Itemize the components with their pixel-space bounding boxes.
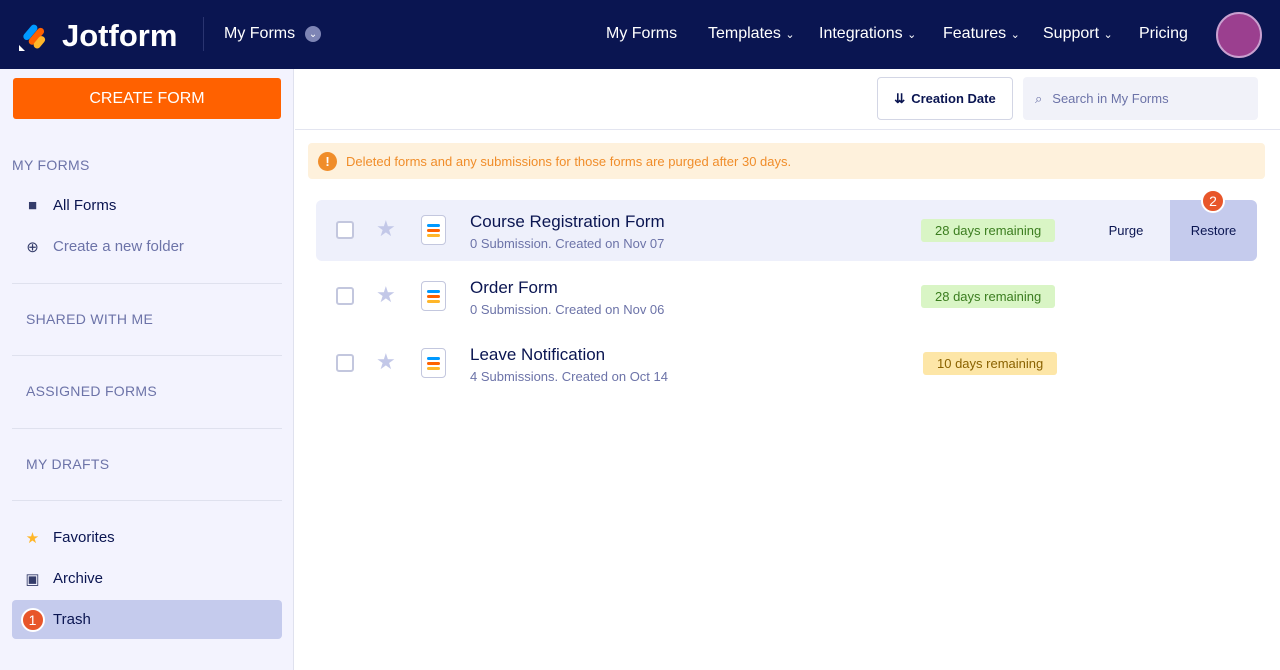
divider bbox=[12, 500, 282, 501]
divider bbox=[12, 355, 282, 356]
toolbar: ⇊ Creation Date ⌕ Search in My Forms bbox=[295, 69, 1280, 130]
nav-templates[interactable]: Templates ⌄ bbox=[708, 25, 795, 43]
form-row[interactable]: ★ Order Form 0 Submission. Created on No… bbox=[316, 266, 1257, 327]
nav-integrations[interactable]: Integrations ⌄ bbox=[819, 25, 916, 43]
nav-features[interactable]: Features ⌄ bbox=[943, 25, 1020, 43]
archive-icon: ▣ bbox=[25, 570, 40, 588]
sort-label: Creation Date bbox=[911, 91, 996, 106]
form-row[interactable]: ★ Leave Notification 4 Submissions. Crea… bbox=[316, 333, 1257, 394]
form-meta: 4 Submissions. Created on Oct 14 bbox=[470, 369, 668, 384]
sidebar-item-trash[interactable]: 1 Trash bbox=[12, 600, 282, 639]
form-icon bbox=[421, 281, 446, 311]
nav-my-forms[interactable]: My Forms bbox=[606, 25, 677, 43]
checkbox[interactable] bbox=[336, 221, 354, 239]
checkbox[interactable] bbox=[336, 354, 354, 372]
top-nav: Jotform My Forms ⌄ My Forms Templates ⌄ I… bbox=[0, 0, 1280, 69]
form-title[interactable]: Leave Notification bbox=[470, 345, 605, 365]
restore-label: Restore bbox=[1190, 223, 1237, 238]
restore-button[interactable]: Restore 2 bbox=[1170, 189, 1257, 261]
sidebar-item-archive[interactable]: ▣ Archive bbox=[12, 559, 282, 598]
warning-icon: ! bbox=[318, 151, 337, 171]
star-icon[interactable]: ★ bbox=[376, 349, 396, 375]
star-icon: ★ bbox=[25, 529, 40, 547]
nav-label: Templates bbox=[708, 25, 781, 42]
label: Archive bbox=[53, 570, 104, 587]
star-icon[interactable]: ★ bbox=[376, 282, 396, 308]
sort-icon: ⇊ bbox=[894, 90, 906, 106]
sort-button[interactable]: ⇊ Creation Date bbox=[877, 77, 1013, 120]
remaining-badge: 28 days remaining bbox=[921, 219, 1056, 242]
chevron-down-icon: ⌄ bbox=[305, 26, 322, 42]
divider bbox=[12, 428, 282, 429]
sidebar-assigned[interactable]: ASSIGNED FORMS bbox=[26, 383, 157, 399]
step-badge: 2 bbox=[1201, 189, 1225, 213]
form-meta: 0 Submission. Created on Nov 06 bbox=[470, 302, 665, 317]
logo-text: Jotform bbox=[62, 18, 178, 53]
search-icon: ⌕ bbox=[1035, 90, 1043, 106]
nav-pricing[interactable]: Pricing bbox=[1139, 25, 1188, 43]
sidebar: CREATE FORM MY FORMS ■ All Forms ⊕ Create … bbox=[0, 69, 294, 670]
nav-label: Integrations bbox=[819, 25, 903, 42]
checkbox[interactable] bbox=[336, 287, 354, 305]
form-icon bbox=[421, 348, 446, 378]
my-forms-dropdown[interactable]: My Forms ⌄ bbox=[224, 25, 322, 43]
chevron-down-icon: ⌄ bbox=[1010, 29, 1020, 41]
user-avatar[interactable] bbox=[1216, 12, 1262, 58]
label: Trash bbox=[53, 611, 91, 628]
form-meta: 0 Submission. Created on Nov 07 bbox=[470, 236, 665, 251]
nav-support[interactable]: Support ⌄ bbox=[1043, 25, 1113, 43]
my-forms-heading: MY FORMS bbox=[12, 157, 90, 173]
divider bbox=[203, 17, 204, 51]
purge-warning: ! Deleted forms and any submissions for t… bbox=[308, 143, 1265, 179]
create-folder-link[interactable]: ⊕ Create a new folder bbox=[12, 227, 282, 266]
search-input[interactable]: ⌕ Search in My Forms bbox=[1023, 77, 1258, 120]
form-title[interactable]: Course Registration Form bbox=[470, 212, 665, 232]
sidebar-shared[interactable]: SHARED WITH ME bbox=[26, 311, 153, 327]
chevron-down-icon: ⌄ bbox=[1103, 29, 1113, 41]
sidebar-item-all-forms[interactable]: ■ All Forms bbox=[12, 186, 282, 225]
chevron-down-icon: ⌄ bbox=[907, 29, 917, 41]
warning-text: Deleted forms and any submissions for th… bbox=[346, 153, 792, 169]
divider bbox=[12, 283, 282, 284]
star-icon[interactable]: ★ bbox=[376, 216, 396, 242]
form-row[interactable]: ★ Course Registration Form 0 Submission.… bbox=[316, 189, 1257, 261]
sidebar-item-favorites[interactable]: ★ Favorites bbox=[12, 518, 282, 557]
remaining-badge: 10 days remaining bbox=[923, 352, 1058, 375]
form-icon bbox=[421, 215, 446, 245]
logo-icon bbox=[19, 24, 46, 51]
remaining-badge: 28 days remaining bbox=[921, 285, 1056, 308]
purge-button[interactable]: Purge bbox=[1086, 200, 1166, 261]
folder-icon: ■ bbox=[27, 197, 38, 214]
label: Create a new folder bbox=[53, 238, 184, 255]
label: All Forms bbox=[53, 197, 117, 214]
my-forms-label: My Forms bbox=[224, 25, 296, 42]
nav-label: Support bbox=[1043, 25, 1100, 42]
jotform-logo[interactable]: Jotform bbox=[18, 18, 177, 54]
step-badge: 1 bbox=[12, 607, 53, 632]
form-title[interactable]: Order Form bbox=[470, 278, 558, 298]
label: Favorites bbox=[53, 529, 115, 546]
sidebar-drafts[interactable]: MY DRAFTS bbox=[26, 456, 109, 472]
chevron-down-icon: ⌄ bbox=[785, 29, 795, 41]
create-form-button[interactable]: CREATE FORM bbox=[13, 78, 281, 119]
search-placeholder: Search in My Forms bbox=[1052, 91, 1169, 106]
plus-circle-icon: ⊕ bbox=[26, 238, 39, 256]
nav-label: Features bbox=[943, 25, 1007, 42]
